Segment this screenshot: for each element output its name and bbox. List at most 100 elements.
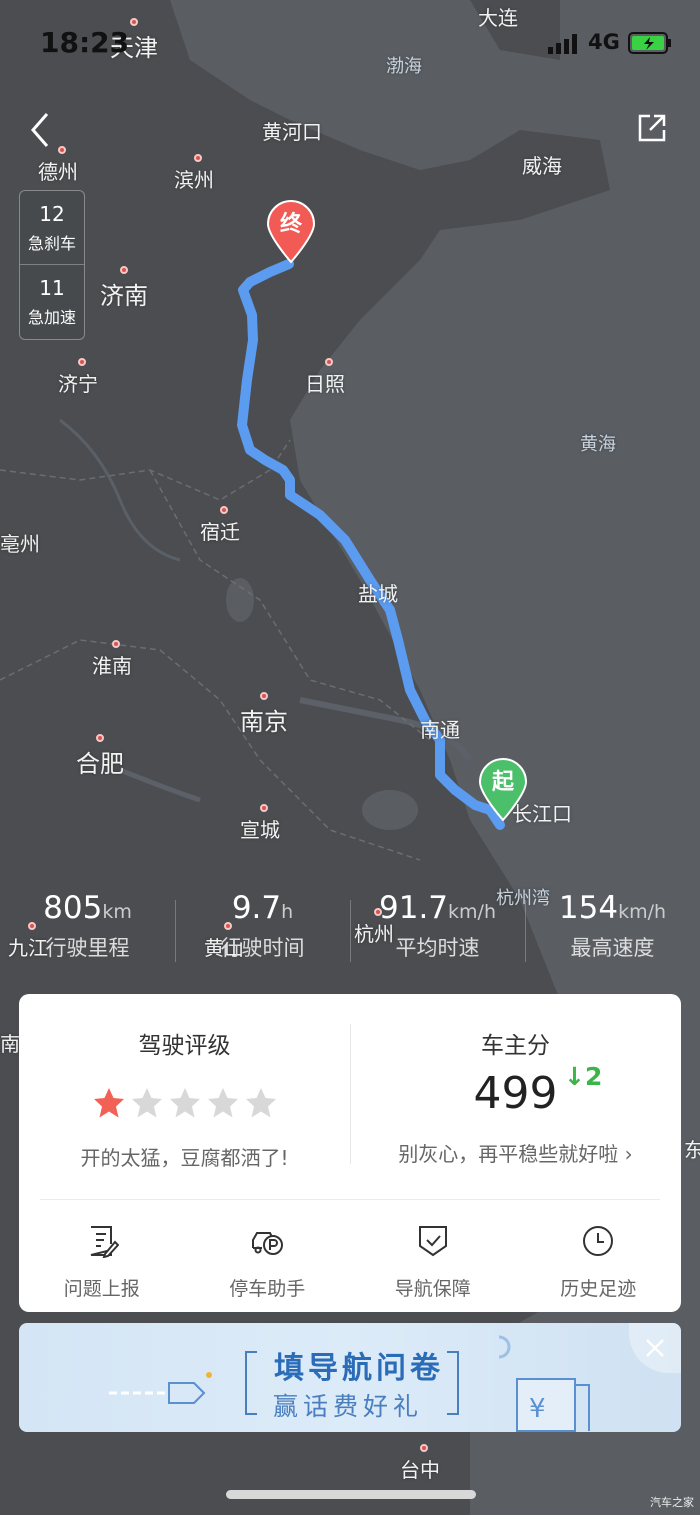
city-dot	[194, 154, 202, 162]
trip-stats: 805km 行驶里程 9.7h 行驶时间 91.7km/h 平均时速 154km…	[0, 890, 700, 970]
status-bar: 18:23 4G	[0, 0, 700, 88]
signal-icon	[548, 34, 577, 54]
stat-avg-speed: 91.7km/h 平均时速	[350, 890, 525, 970]
city-dot	[112, 640, 120, 648]
status-time: 18:23	[40, 26, 130, 59]
stat-value: 91.7	[379, 890, 449, 926]
banner-bracket-right	[447, 1351, 459, 1415]
stat-label: 行驶时间	[220, 936, 305, 960]
hard-accel-count: 11	[39, 275, 65, 300]
banner-title: 填导航问卷	[274, 1351, 444, 1386]
city-label: 淮南	[92, 654, 132, 678]
hard-brake-counter[interactable]: 12 急刹车	[20, 191, 84, 264]
report-issue-button[interactable]: 问题上报	[19, 1224, 185, 1301]
city-dot	[260, 804, 268, 812]
city-label: 宣城	[240, 818, 280, 842]
city-label: 宿迁	[200, 520, 240, 544]
owner-score-tip[interactable]: 别灰心，再平稳些就好啦 ›	[350, 1138, 681, 1167]
hard-brake-label: 急刹车	[27, 233, 76, 253]
stat-label: 最高速度	[570, 936, 655, 960]
city-dot	[260, 692, 268, 700]
share-button[interactable]	[630, 106, 674, 150]
stat-label: 行驶里程	[45, 936, 130, 960]
star-empty-icon	[245, 1088, 276, 1118]
wallet-illustration: ¥	[499, 1335, 590, 1432]
report-icon	[90, 1226, 120, 1259]
tool-label: 导航保障	[394, 1278, 471, 1300]
battery-icon	[628, 32, 671, 54]
city-label: 黄河口	[262, 120, 322, 144]
rating-stars	[19, 1086, 350, 1120]
driving-rating-section: 驾驶评级 开的太猛，豆腐都洒了!	[19, 994, 350, 1194]
city-label: 威海	[522, 154, 562, 178]
stat-value: 9.7	[231, 890, 282, 926]
svg-text:¥: ¥	[529, 1394, 546, 1424]
city-label: 日照	[305, 372, 345, 396]
city-dot	[120, 266, 128, 274]
city-label: 南京	[240, 708, 288, 736]
city-label: 南	[0, 1032, 20, 1056]
owner-score-delta: ↓2	[564, 1062, 603, 1091]
trip-summary-card: 驾驶评级 开的太猛，豆腐都洒了! 车主分 499 ↓2 别灰心，再平稳些就好啦 …	[19, 994, 681, 1312]
city-dot	[96, 734, 104, 742]
star-empty-icon	[131, 1088, 162, 1118]
stat-unit: km	[102, 901, 132, 923]
tool-label: 问题上报	[63, 1278, 140, 1300]
hard-accel-counter[interactable]: 11 急加速	[20, 264, 84, 338]
city-label: 南通	[420, 718, 460, 742]
navigation-guarantee-button[interactable]: 导航保障	[350, 1224, 516, 1301]
city-label: 德州	[38, 160, 78, 184]
owner-score-title: 车主分	[481, 1033, 550, 1059]
network-type: 4G	[588, 30, 620, 54]
owner-score-section[interactable]: 车主分 499 ↓2 别灰心，再平稳些就好啦 ›	[350, 994, 681, 1194]
share-icon	[638, 114, 666, 142]
stat-label: 平均时速	[395, 936, 480, 960]
city-label: 亳州	[0, 532, 40, 556]
city-dot	[325, 358, 333, 366]
stat-distance: 805km 行驶里程	[0, 890, 175, 970]
parking-icon	[252, 1232, 284, 1255]
tool-label: 停车助手	[229, 1278, 306, 1300]
start-marker-label: 起	[491, 770, 514, 795]
star-empty-icon	[169, 1088, 200, 1118]
clock-icon	[583, 1226, 614, 1256]
hard-accel-label: 急加速	[27, 307, 76, 327]
city-label: 台中	[400, 1458, 440, 1482]
city-dot	[420, 1444, 428, 1452]
city-label: 黄海	[580, 434, 616, 455]
stat-value: 154	[558, 890, 619, 926]
stat-max-speed: 154km/h 最高速度	[525, 890, 700, 970]
city-label: 滨州	[174, 168, 214, 192]
star-filled-icon	[93, 1088, 124, 1118]
city-dot	[220, 506, 228, 514]
history-button[interactable]: 历史足迹	[516, 1224, 682, 1301]
home-indicator[interactable]	[226, 1490, 476, 1499]
stat-unit: h	[281, 901, 294, 923]
parking-assistant-button[interactable]: 停车助手	[185, 1224, 351, 1301]
back-button[interactable]	[18, 108, 62, 152]
owner-score-value: 499	[473, 1068, 558, 1119]
city-label: 济南	[100, 282, 148, 310]
banner-subtitle: 赢话费好礼	[273, 1392, 424, 1421]
pen-illustration	[109, 1372, 212, 1404]
stat-value: 805	[43, 890, 103, 926]
banner-bracket-left	[245, 1351, 257, 1415]
rating-comment: 开的太猛，豆腐都洒了!	[80, 1146, 289, 1170]
driving-events-panel: 12 急刹车 11 急加速	[19, 190, 85, 340]
hard-brake-count: 12	[39, 201, 65, 226]
owner-score-row: 499 ↓2	[350, 1062, 681, 1132]
rating-title: 驾驶评级	[138, 1033, 231, 1059]
shield-icon	[418, 1226, 447, 1257]
city-dot	[78, 358, 86, 366]
close-icon	[646, 1339, 664, 1357]
stat-duration: 9.7h 行驶时间	[175, 890, 350, 970]
watermark: 汽车之家	[650, 1496, 694, 1509]
tool-label: 历史足迹	[560, 1278, 637, 1300]
survey-banner[interactable]: 填导航问卷 赢话费好礼 ¥	[19, 1323, 681, 1432]
chevron-left-icon	[31, 113, 49, 147]
city-label: 盐城	[358, 582, 398, 606]
city-label: 济宁	[58, 372, 98, 396]
city-label: 东	[684, 1138, 700, 1162]
star-empty-icon	[207, 1088, 238, 1118]
banner-close-button[interactable]	[629, 1323, 681, 1373]
